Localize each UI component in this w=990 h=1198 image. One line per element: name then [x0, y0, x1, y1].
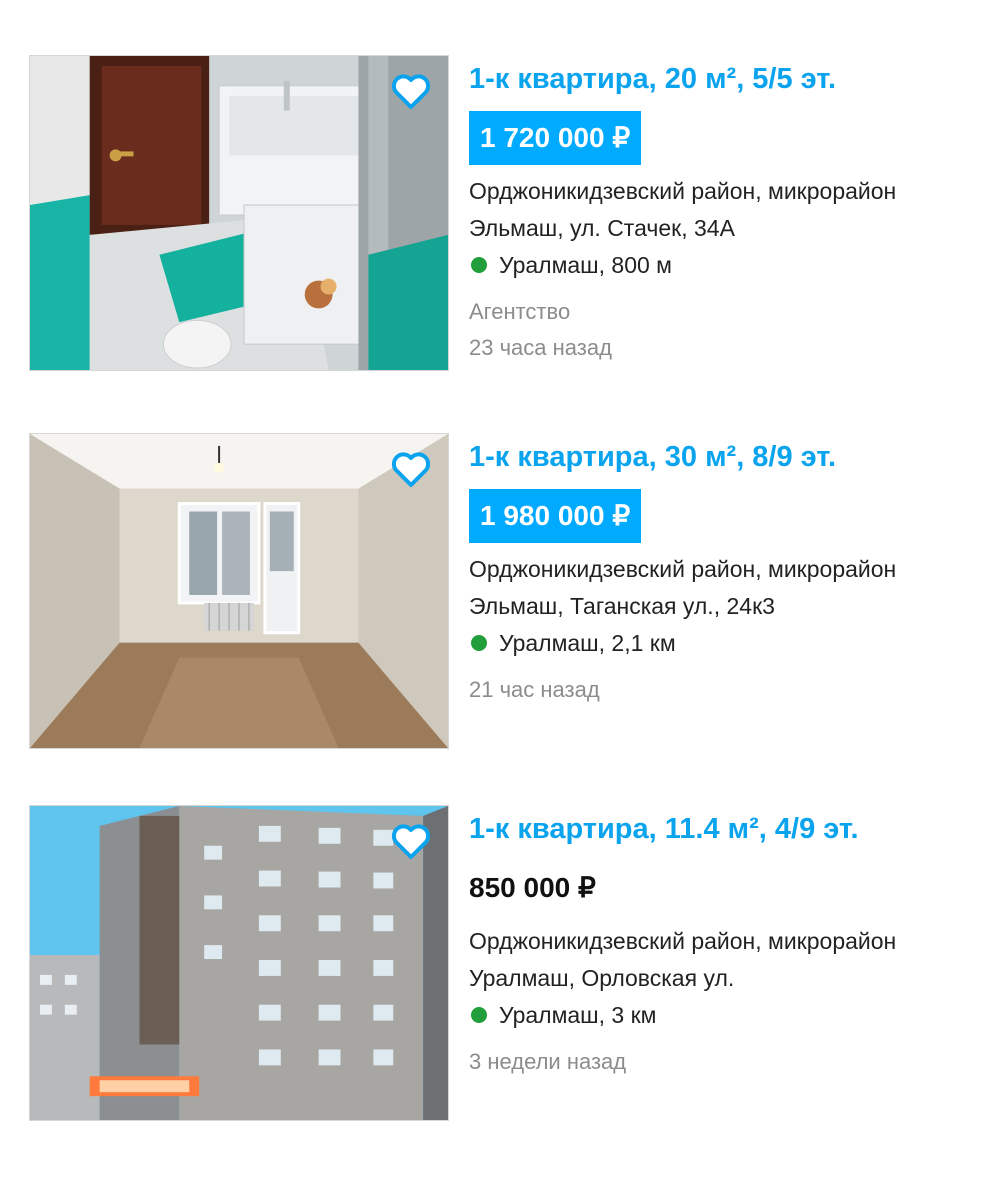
listing-photo-room[interactable] [29, 433, 449, 749]
metro-station: Уралмаш, 800 м [469, 247, 979, 283]
listing-card: 1-к квартира, 20 м², 5/5 эт. 1 720 000 ₽… [0, 55, 990, 375]
metro-label: Уралмаш, 3 км [499, 1002, 657, 1028]
favorite-button[interactable] [390, 822, 432, 862]
metro-dot-icon [471, 1007, 487, 1023]
listing-price: 1 980 000 ₽ [469, 489, 642, 543]
listing-info: 1-к квартира, 20 м², 5/5 эт. 1 720 000 ₽… [469, 55, 979, 363]
listing-price: 850 000 ₽ [469, 872, 596, 903]
listing-title[interactable]: 1-к квартира, 20 м², 5/5 эт. [469, 61, 979, 97]
metro-label: Уралмаш, 2,1 км [499, 630, 676, 656]
address-line-1: Орджоникидзевский район, микрорайон [469, 556, 897, 582]
listing-address: Орджоникидзевский район, микрорайон Эльм… [469, 551, 979, 625]
address-line-1: Орджоникидзевский район, микрорайон [469, 178, 897, 204]
building-image [30, 806, 448, 1120]
heart-outline-icon [391, 824, 431, 859]
metro-label: Уралмаш, 800 м [499, 252, 672, 278]
listing-info: 1-к квартира, 30 м², 8/9 эт. 1 980 000 ₽… [469, 433, 979, 705]
address-line-2: Эльмаш, Таганская ул., 24к3 [469, 593, 775, 619]
listing-address: Орджоникидзевский район, микрорайон Урал… [469, 923, 979, 997]
posted-time: 3 недели назад [469, 1049, 627, 1074]
posted-time: 23 часа назад [469, 335, 612, 360]
room-image [30, 434, 448, 748]
address-line-2: Эльмаш, ул. Стачек, 34А [469, 215, 735, 241]
listing-photo-building[interactable] [29, 805, 449, 1121]
listing-card: 1-к квартира, 11.4 м², 4/9 эт. 850 000 ₽… [0, 805, 990, 1125]
metro-station: Уралмаш, 2,1 км [469, 625, 979, 661]
favorite-button[interactable] [390, 72, 432, 112]
listing-price: 1 720 000 ₽ [469, 111, 642, 165]
listing-photo-bathroom[interactable] [29, 55, 449, 371]
metro-dot-icon [471, 635, 487, 651]
seller-type: Агентство [469, 299, 571, 324]
heart-outline-icon [391, 452, 431, 487]
metro-dot-icon [471, 257, 487, 273]
favorite-button[interactable] [390, 450, 432, 490]
posted-time: 21 час назад [469, 677, 600, 702]
bathroom-image [30, 56, 448, 370]
listing-card: 1-к квартира, 30 м², 8/9 эт. 1 980 000 ₽… [0, 433, 990, 753]
listing-address: Орджоникидзевский район, микрорайон Эльм… [469, 173, 979, 247]
heart-outline-icon [391, 74, 431, 109]
address-line-2: Уралмаш, Орловская ул. [469, 965, 735, 991]
listing-title[interactable]: 1-к квартира, 30 м², 8/9 эт. [469, 439, 979, 475]
address-line-1: Орджоникидзевский район, микрорайон [469, 928, 897, 954]
listing-title[interactable]: 1-к квартира, 11.4 м², 4/9 эт. [469, 811, 979, 847]
listing-info: 1-к квартира, 11.4 м², 4/9 эт. 850 000 ₽… [469, 805, 979, 1077]
metro-station: Уралмаш, 3 км [469, 997, 979, 1033]
